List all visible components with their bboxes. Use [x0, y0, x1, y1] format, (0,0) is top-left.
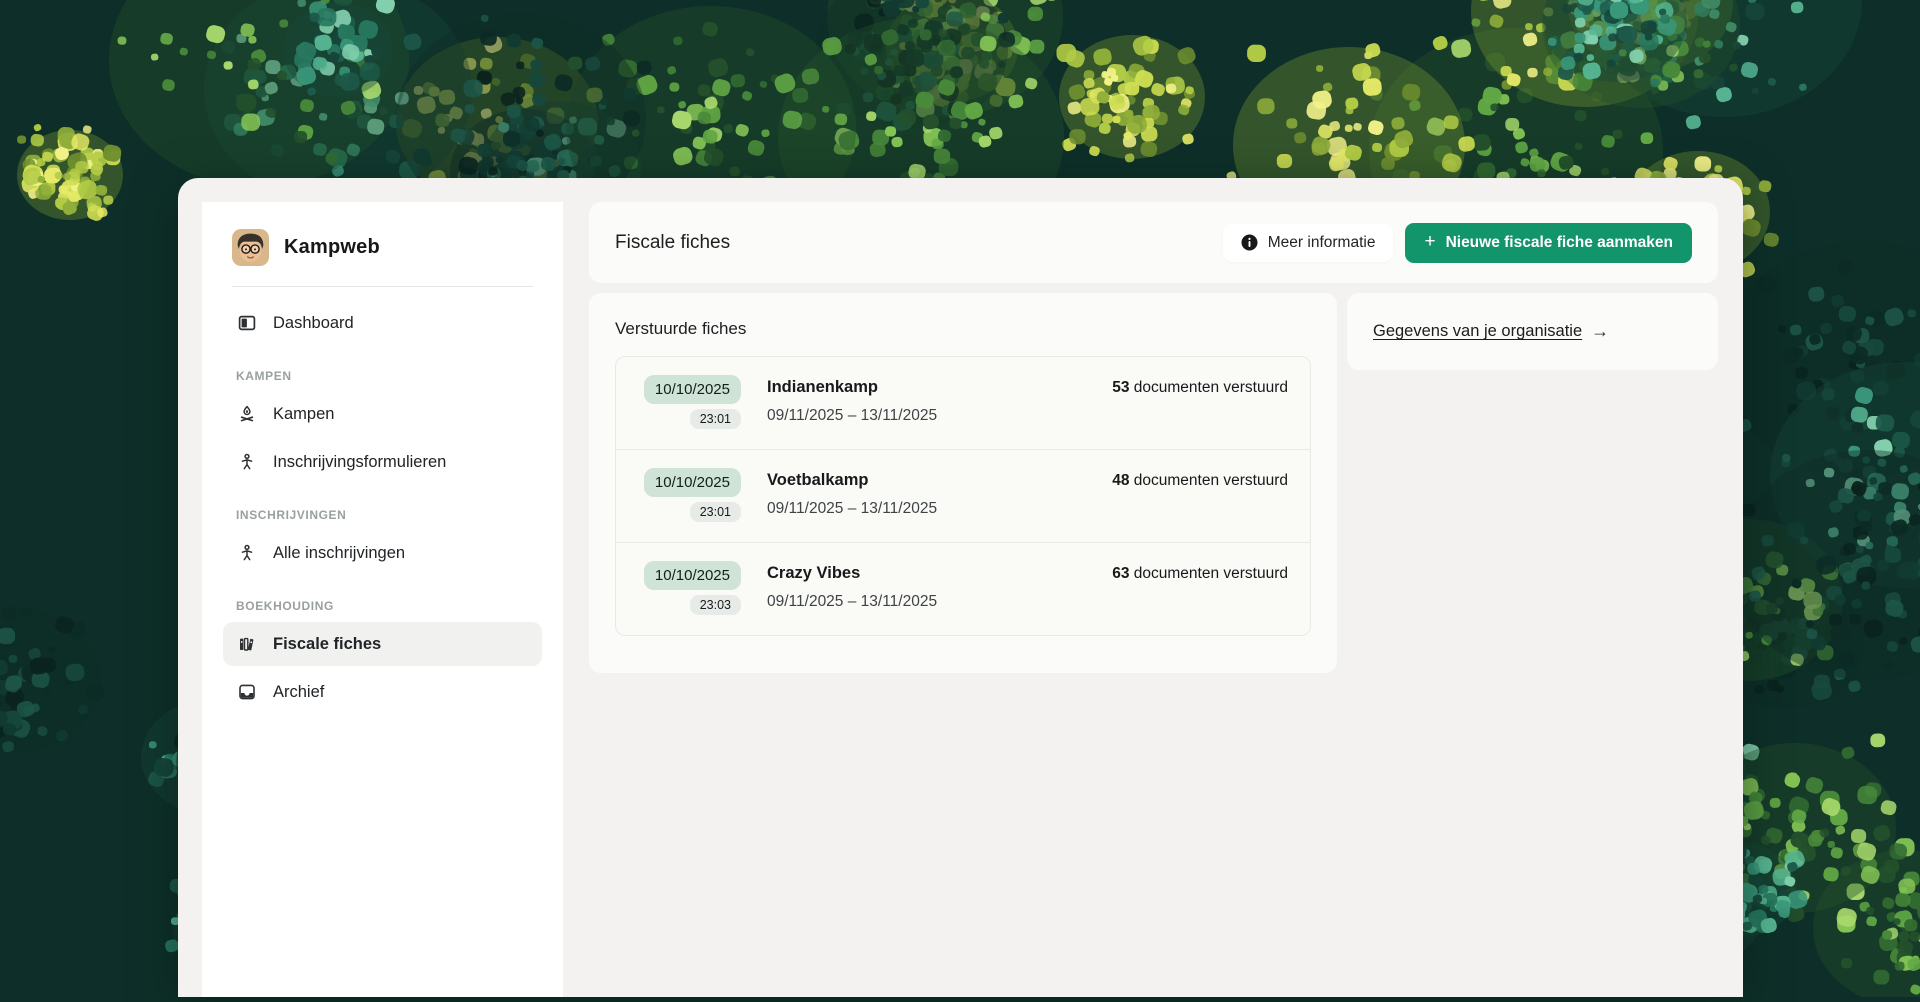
organisation-panel: Gegevens van je organisatie → [1347, 293, 1718, 370]
fiche-list: 10/10/2025 23:01 Indianenkamp 09/11/2025… [615, 356, 1311, 636]
fiche-row[interactable]: 10/10/2025 23:03 Crazy Vibes 09/11/2025 … [616, 542, 1310, 635]
fiche-period: 09/11/2025 – 13/11/2025 [767, 500, 937, 518]
time-badge: 23:01 [690, 502, 741, 522]
person-icon [236, 452, 257, 473]
sidebar-item-label: Dashboard [273, 314, 354, 333]
sidebar-item-label: Inschrijvingsformulieren [273, 453, 446, 472]
time-badge: 23:01 [690, 409, 741, 429]
sidebar-nav: Dashboard KAMPEN Kampen [202, 287, 563, 714]
date-badge: 10/10/2025 [644, 561, 741, 590]
person-icon [236, 543, 257, 564]
fiche-count: 53 documenten verstuurd [1112, 379, 1288, 397]
sidebar: Kampweb Dashboard KAMPEN [202, 202, 563, 997]
dashboard-icon [236, 313, 257, 334]
sidebar-header: Kampweb [202, 202, 563, 286]
app-card: Kampweb Dashboard KAMPEN [178, 178, 1743, 997]
info-icon [1241, 234, 1258, 251]
sidebar-item-fiscale-fiches[interactable]: Fiscale fiches [223, 622, 542, 666]
app-title: Kampweb [284, 236, 380, 259]
page-header: Fiscale fiches Meer informatie + Nieuwe … [589, 202, 1718, 283]
fiche-datetime: 10/10/2025 23:01 [638, 468, 741, 522]
time-badge: 23:03 [690, 595, 741, 615]
fiche-datetime: 10/10/2025 23:03 [638, 561, 741, 615]
fiche-name: Indianenkamp [767, 378, 937, 397]
fiche-count-number: 53 [1112, 379, 1129, 396]
avatar[interactable] [232, 229, 269, 266]
fiche-info: Indianenkamp 09/11/2025 – 13/11/2025 [767, 375, 937, 425]
sidebar-item-kampen[interactable]: Kampen [223, 392, 542, 436]
sidebar-item-alle-inschrijvingen[interactable]: Alle inschrijvingen [223, 531, 542, 575]
fiche-info: Crazy Vibes 09/11/2025 – 13/11/2025 [767, 561, 937, 611]
create-fiche-button[interactable]: + Nieuwe fiscale fiche aanmaken [1405, 223, 1692, 263]
sidebar-item-label: Fiscale fiches [273, 635, 381, 654]
fiche-count-label: documenten verstuurd [1134, 379, 1288, 396]
fiche-row[interactable]: 10/10/2025 23:01 Voetbalkamp 09/11/2025 … [616, 449, 1310, 542]
sidebar-item-label: Archief [273, 683, 324, 702]
sidebar-section-inschrijvingen: INSCHRIJVINGEN [236, 508, 529, 522]
fiche-count: 63 documenten verstuurd [1112, 565, 1288, 583]
fiche-name: Crazy Vibes [767, 564, 937, 583]
sidebar-item-archief[interactable]: Archief [223, 670, 542, 714]
organisation-link[interactable]: Gegevens van je organisatie [1373, 322, 1582, 341]
sidebar-item-label: Alle inschrijvingen [273, 544, 405, 563]
fiche-count-number: 48 [1112, 472, 1129, 489]
fiche-datetime: 10/10/2025 23:01 [638, 375, 741, 429]
page-title: Fiscale fiches [615, 232, 730, 254]
sidebar-item-label: Kampen [273, 405, 334, 424]
more-info-label: Meer informatie [1268, 234, 1376, 252]
plus-icon: + [1424, 232, 1435, 251]
fiche-count-number: 63 [1112, 565, 1129, 582]
date-badge: 10/10/2025 [644, 375, 741, 404]
more-info-button[interactable]: Meer informatie [1223, 224, 1394, 262]
sent-fiches-panel: Verstuurde fiches 10/10/2025 23:01 India… [589, 293, 1337, 673]
books-icon [236, 634, 257, 655]
fiche-count: 48 documenten verstuurd [1112, 472, 1288, 490]
fiche-name: Voetbalkamp [767, 471, 937, 490]
fiche-count-label: documenten verstuurd [1134, 472, 1288, 489]
date-badge: 10/10/2025 [644, 468, 741, 497]
sidebar-item-dashboard[interactable]: Dashboard [223, 301, 542, 345]
sidebar-section-kampen: KAMPEN [236, 369, 529, 383]
fiche-row[interactable]: 10/10/2025 23:01 Indianenkamp 09/11/2025… [616, 357, 1310, 449]
fiche-period: 09/11/2025 – 13/11/2025 [767, 593, 937, 611]
fiche-period: 09/11/2025 – 13/11/2025 [767, 407, 937, 425]
campfire-icon [236, 404, 257, 425]
arrow-right-icon[interactable]: → [1591, 321, 1609, 342]
fiche-count-label: documenten verstuurd [1134, 565, 1288, 582]
create-fiche-label: Nieuwe fiscale fiche aanmaken [1446, 234, 1673, 252]
section-title: Verstuurde fiches [615, 319, 1311, 339]
sidebar-item-inschrijvingsformulieren[interactable]: Inschrijvingsformulieren [223, 440, 542, 484]
header-actions: Meer informatie + Nieuwe fiscale fiche a… [1223, 223, 1692, 263]
fiche-info: Voetbalkamp 09/11/2025 – 13/11/2025 [767, 468, 937, 518]
archive-icon [236, 682, 257, 703]
sidebar-section-boekhouding: BOEKHOUDING [236, 599, 529, 613]
